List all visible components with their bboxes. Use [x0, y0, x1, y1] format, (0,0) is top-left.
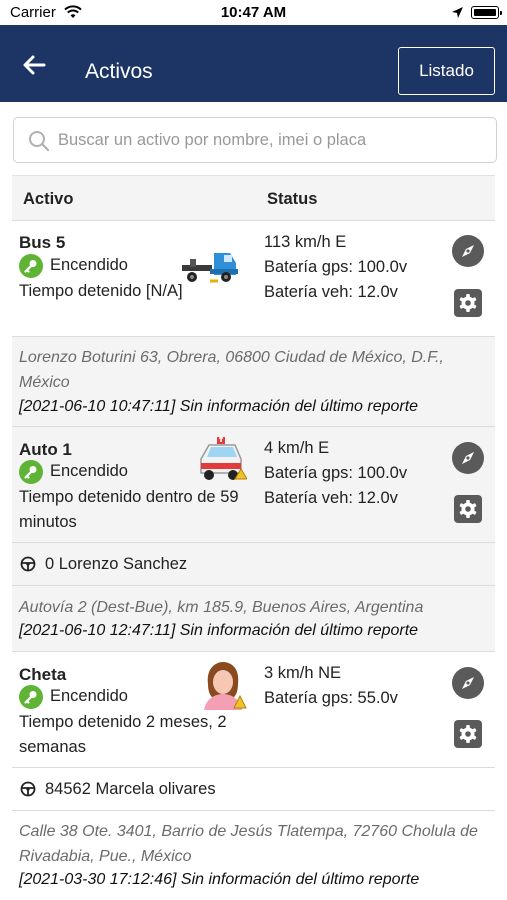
search-icon: [29, 131, 50, 152]
settings-button[interactable]: [454, 495, 482, 523]
address-band: Calle 38 Ote. 3401, Barrio de Jesús Tlat…: [12, 811, 495, 900]
asset-name: Bus 5: [19, 233, 66, 252]
driver-text: 84562 Marcela olivares: [45, 780, 216, 798]
listado-button[interactable]: Listado: [398, 47, 495, 95]
address-text: Calle 38 Ote. 3401, Barrio de Jesús Tlat…: [19, 823, 478, 865]
steering-wheel-icon: [20, 556, 36, 572]
back-arrow-icon[interactable]: [18, 49, 50, 81]
clock: 10:47 AM: [220, 4, 287, 21]
speed-text: 4 km/h E: [264, 439, 330, 457]
location-arrow-icon: [452, 7, 463, 18]
asset-name: Auto 1: [19, 440, 72, 459]
search-input[interactable]: [58, 118, 488, 162]
driver-text: 0 Lorenzo Sanchez: [45, 555, 188, 573]
search-box: [13, 117, 497, 163]
address-text: Autovía 2 (Dest-Bue), km 185.9, Buenos A…: [19, 599, 424, 616]
driver-band: 84562 Marcela olivares: [12, 768, 495, 811]
report-text: [2021-06-10 10:47:11] Sin información de…: [19, 398, 419, 415]
gear-icon: [459, 725, 477, 743]
address-band: Lorenzo Boturini 63, Obrera, 06800 Ciuda…: [12, 337, 495, 427]
compass-button[interactable]: [452, 235, 484, 267]
gps-battery-text: Batería gps: 100.0v: [264, 464, 408, 482]
gps-battery-text: Batería gps: 100.0v: [264, 258, 408, 276]
asset-name: Cheta: [19, 665, 67, 684]
column-header-status: Status: [267, 190, 318, 208]
asset-row[interactable]: Auto 1 Encendido Tiempo detenido dentro …: [12, 427, 495, 543]
ignition-label: Encendido: [50, 256, 128, 274]
report-text: [2021-03-30 17:12:46] Sin información de…: [19, 871, 420, 888]
settings-button[interactable]: [454, 289, 482, 317]
ambulance-icon: [200, 436, 247, 480]
status-bar: Carrier 10:47 AM: [0, 0, 507, 25]
ignition-label: Encendido: [50, 462, 128, 480]
driver-band: 0 Lorenzo Sanchez: [12, 543, 495, 586]
report-text: [2021-06-10 12:47:11] Sin información de…: [19, 622, 419, 639]
compass-icon: [462, 677, 474, 689]
nav-bar: Activos Listado: [0, 25, 507, 102]
battery-icon: [471, 6, 502, 19]
woman-avatar-icon: [204, 662, 247, 710]
compass-button[interactable]: [452, 667, 484, 699]
key-icon: [19, 685, 43, 709]
address-text: Lorenzo Boturini 63, Obrera, 06800 Ciuda…: [19, 349, 444, 391]
ignition-label: Encendido: [50, 687, 128, 705]
status-lines: 4 km/h E Batería gps: 100.0v Batería veh…: [264, 436, 407, 511]
asset-row[interactable]: Bus 5 Encendido Tiempo detenido [N/A] 11…: [12, 221, 495, 337]
column-header-activo: Activo: [23, 190, 74, 208]
status-lines: 113 km/h E Batería gps: 100.0v Batería v…: [264, 230, 407, 305]
page-title: Activos: [85, 60, 153, 83]
compass-icon: [462, 245, 474, 257]
gear-icon: [459, 294, 477, 312]
gear-icon: [459, 500, 477, 518]
speed-text: 3 km/h NE: [264, 664, 342, 682]
compass-icon: [462, 452, 474, 464]
gps-battery-text: Batería gps: 55.0v: [264, 689, 398, 707]
address-band: Autovía 2 (Dest-Bue), km 185.9, Buenos A…: [12, 586, 495, 652]
vehicle-battery-text: Batería veh: 12.0v: [264, 283, 398, 301]
settings-button[interactable]: [454, 720, 482, 748]
asset-row[interactable]: Cheta Encendido Tiempo detenido 2 meses,…: [12, 652, 495, 768]
tow-truck-icon: [182, 253, 238, 283]
key-icon: [19, 254, 43, 278]
vehicle-battery-text: Batería veh: 12.0v: [264, 489, 398, 507]
compass-button[interactable]: [452, 442, 484, 474]
key-icon: [19, 460, 43, 484]
status-lines: 3 km/h NE Batería gps: 55.0v: [264, 661, 398, 711]
steering-wheel-icon: [20, 781, 36, 797]
stopped-time: Tiempo detenido 2 meses, 2 semanas: [19, 713, 227, 756]
speed-text: 113 km/h E: [264, 233, 347, 251]
table-header: Activo Status: [12, 175, 495, 221]
stopped-time: Tiempo detenido dentro de 59 minutos: [19, 488, 239, 531]
